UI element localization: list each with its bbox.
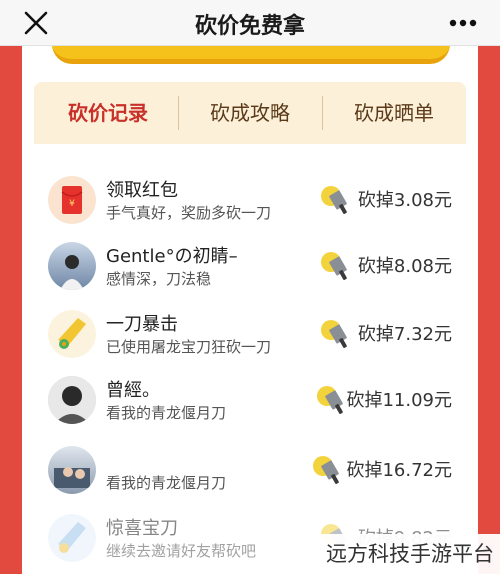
- list-item: 曾經。 看我的青龙偃月刀 砍掉11.09元: [48, 376, 458, 434]
- record-name: 一刀暴击: [106, 314, 178, 335]
- list-item: Gentle°の初睛– 感情深，刀法稳 砍掉8.08元: [48, 242, 458, 300]
- page-title: 砍价免费拿: [194, 14, 305, 39]
- svg-text:¥: ¥: [69, 199, 75, 209]
- cut-amount: 砍掉8.08元: [357, 256, 452, 277]
- tab-divider: [178, 96, 179, 130]
- knife-icon: [321, 252, 347, 280]
- background-right: [478, 46, 500, 574]
- cut-amount: 砍掉16.72元: [346, 460, 452, 481]
- record-desc: 看我的青龙偃月刀: [106, 404, 227, 422]
- cut-amount: 砍掉11.09元: [346, 390, 452, 411]
- site-watermark: 远方科技手游平台: [260, 534, 500, 574]
- more-dots-icon[interactable]: [448, 10, 478, 36]
- list-item: 看我的青龙偃月刀 砍掉16.72元: [48, 446, 458, 504]
- tab-bargain-records[interactable]: 砍价记录: [44, 96, 172, 130]
- user-photo-avatar: [48, 446, 96, 494]
- red-envelope-icon: ¥: [48, 176, 96, 224]
- user-photo-avatar: [48, 376, 96, 424]
- cut-amount: 砍掉7.32元: [357, 324, 452, 345]
- record-desc: 看我的青龙偃月刀: [106, 474, 227, 492]
- record-desc: 感情深，刀法稳: [106, 270, 212, 288]
- record-name: 惊喜宝刀: [106, 518, 178, 539]
- tab-bargain-guide[interactable]: 砍成攻略: [186, 96, 314, 130]
- knife-icon: [321, 320, 347, 348]
- tab-divider: [322, 96, 323, 130]
- cut-amount: 砍掉3.08元: [357, 190, 452, 211]
- top-bar: 砍价免费拿: [0, 0, 500, 46]
- blue-blade-icon: [48, 514, 96, 562]
- tab-bar: 砍价记录 砍成攻略 砍成晒单: [34, 82, 466, 144]
- tab-bargain-showcase[interactable]: 砍成晒单: [330, 96, 458, 130]
- record-name: 领取红包: [106, 180, 178, 201]
- record-desc: 已使用屠龙宝刀狂砍一刀: [106, 338, 272, 356]
- golden-blade-icon: [48, 310, 96, 358]
- record-name: 曾經。: [106, 380, 160, 401]
- record-desc: 继续去邀请好友帮砍吧: [106, 542, 257, 560]
- record-name: Gentle°の初睛–: [106, 246, 238, 267]
- list-item: ¥ 领取红包 手气真好，奖励多砍一刀 砍掉3.08元: [48, 176, 458, 234]
- knife-icon: [321, 186, 347, 214]
- record-desc: 手气真好，奖励多砍一刀: [106, 204, 272, 222]
- background-left: [0, 46, 22, 574]
- list-item: 一刀暴击 已使用屠龙宝刀狂砍一刀 砍掉7.32元: [48, 310, 458, 368]
- knife-icon: [317, 386, 343, 414]
- knife-icon: [313, 456, 339, 484]
- user-photo-avatar: [48, 242, 96, 290]
